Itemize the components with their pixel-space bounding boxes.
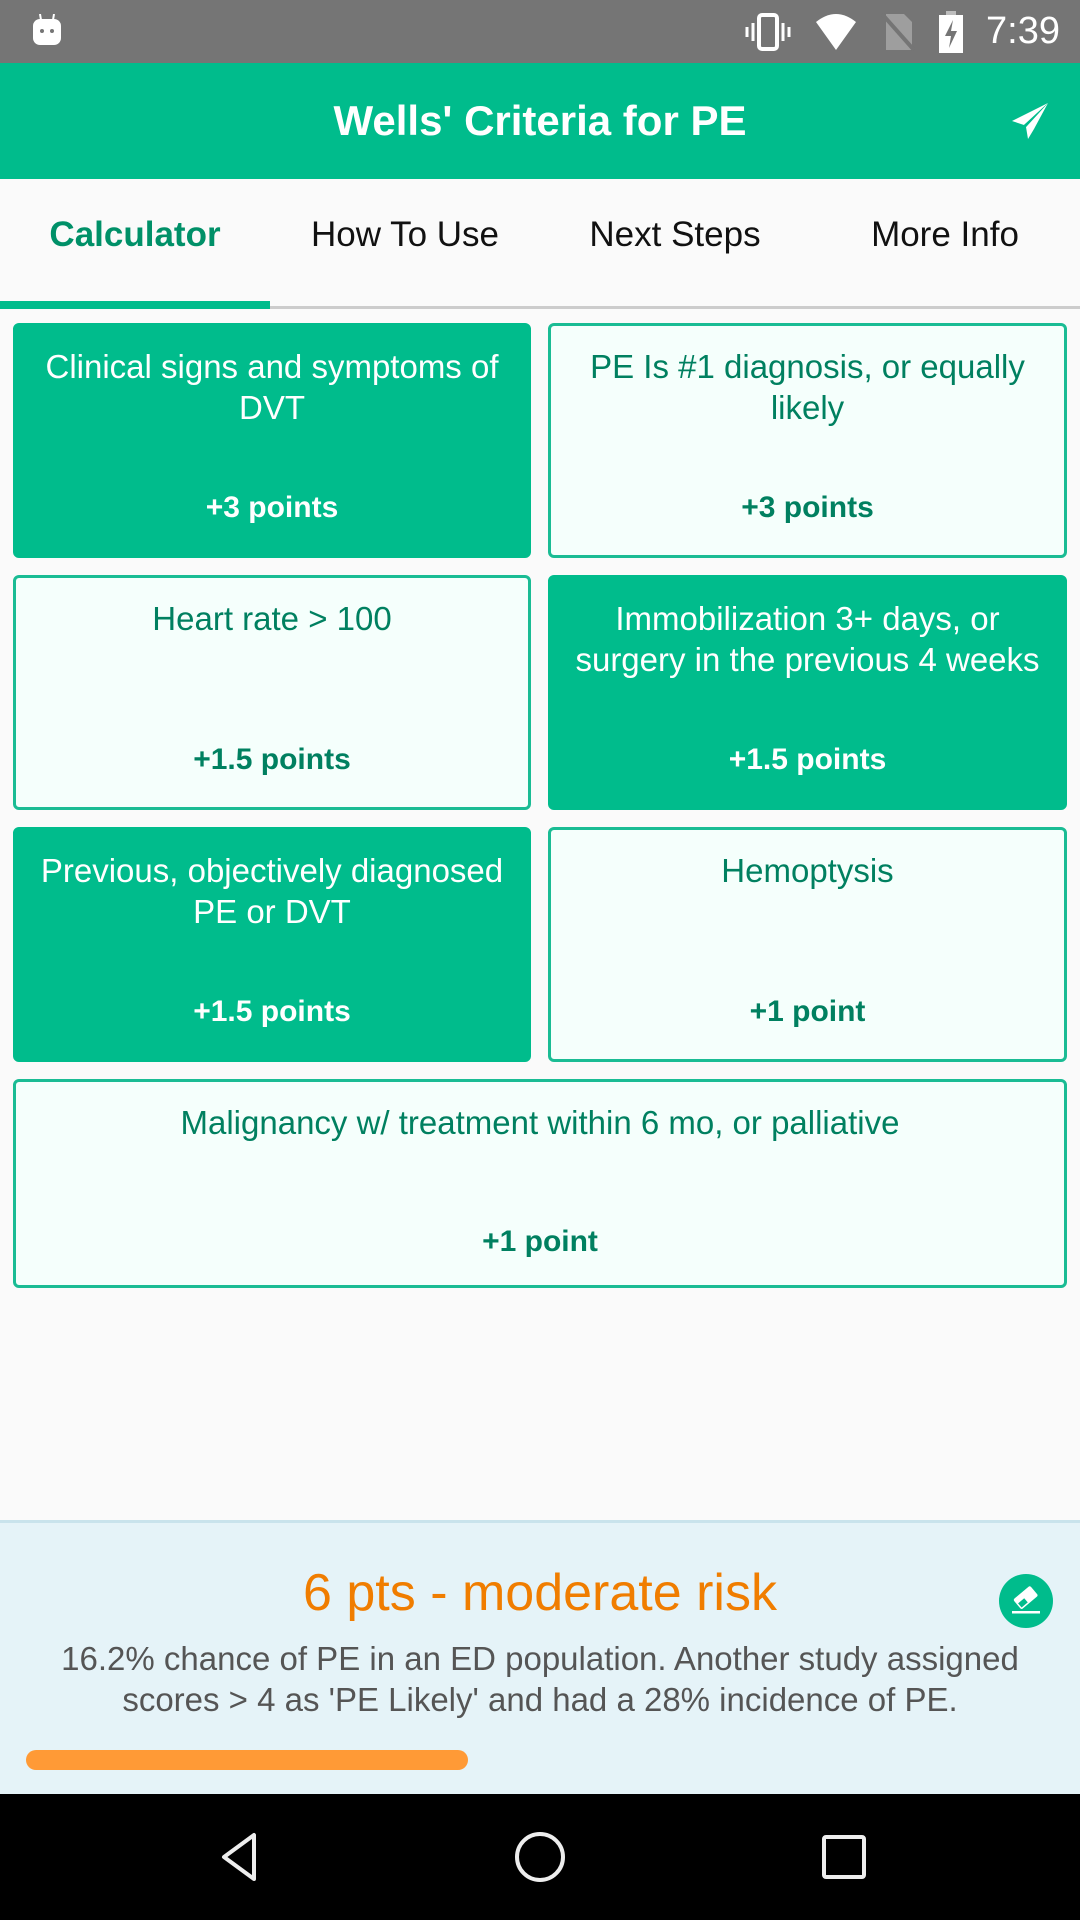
criterion-previous-pe-dvt[interactable]: Previous, objectively diagnosed PE or DV… bbox=[13, 827, 531, 1062]
app-bar: Wells' Criteria for PE bbox=[0, 63, 1080, 179]
home-icon[interactable] bbox=[510, 1827, 570, 1887]
criterion-points: +3 points bbox=[205, 491, 339, 524]
recents-icon[interactable] bbox=[814, 1827, 874, 1887]
criterion-points: +1 point bbox=[482, 1225, 598, 1258]
battery-charging-icon bbox=[939, 10, 964, 53]
criterion-dvt-signs[interactable]: Clinical signs and symptoms of DVT +3 po… bbox=[13, 323, 531, 558]
back-icon[interactable] bbox=[210, 1827, 270, 1887]
criterion-immobilization[interactable]: Immobilization 3+ days, or surgery in th… bbox=[548, 575, 1067, 810]
criterion-label: Malignancy w/ treatment within 6 mo, or … bbox=[180, 1104, 900, 1141]
page-title: Wells' Criteria for PE bbox=[333, 97, 747, 144]
tab-more-info[interactable]: More Info bbox=[810, 179, 1080, 306]
risk-score: 6 pts - moderate risk bbox=[303, 1564, 777, 1622]
tab-bar: Calculator How To Use Next Steps More In… bbox=[0, 179, 1080, 309]
criterion-heart-rate[interactable]: Heart rate > 100 +1.5 points bbox=[13, 575, 531, 810]
criterion-points: +1.5 points bbox=[728, 743, 887, 776]
criterion-label: Hemoptysis bbox=[721, 852, 894, 889]
criterion-hemoptysis[interactable]: Hemoptysis +1 point bbox=[548, 827, 1067, 1062]
criterion-label: PE Is #1 diagnosis, or equally likely bbox=[590, 348, 1025, 426]
criterion-points: +3 points bbox=[741, 491, 874, 524]
tab-next-steps[interactable]: Next Steps bbox=[540, 179, 810, 306]
criterion-label: Immobilization 3+ days, or surgery in th… bbox=[575, 600, 1040, 678]
criterion-label: Previous, objectively diagnosed PE or DV… bbox=[40, 852, 504, 930]
criterion-pe-primary-diagnosis[interactable]: PE Is #1 diagnosis, or equally likely +3… bbox=[548, 323, 1067, 558]
status-time: 7:39 bbox=[986, 10, 1060, 52]
eraser-icon bbox=[1012, 1586, 1040, 1614]
criterion-points: +1.5 points bbox=[193, 995, 351, 1028]
risk-description: 16.2% chance of PE in an ED population. … bbox=[61, 1640, 1019, 1718]
risk-progress-fill bbox=[26, 1750, 469, 1770]
wifi-icon bbox=[816, 13, 857, 50]
status-bar: 7:39 bbox=[0, 0, 1080, 63]
no-sim-icon bbox=[880, 12, 916, 51]
criterion-label: Clinical signs and symptoms of DVT bbox=[45, 348, 499, 426]
android-debug-icon bbox=[33, 14, 61, 45]
criterion-points: +1 point bbox=[749, 995, 866, 1028]
vibrate-icon bbox=[745, 12, 791, 51]
tab-how-to-use[interactable]: How To Use bbox=[270, 179, 540, 306]
tab-calculator[interactable]: Calculator bbox=[0, 179, 270, 309]
criterion-label: Heart rate > 100 bbox=[152, 600, 392, 637]
risk-progress-bar bbox=[26, 1750, 1054, 1770]
criterion-malignancy[interactable]: Malignancy w/ treatment within 6 mo, or … bbox=[13, 1079, 1067, 1288]
navigation-bar bbox=[0, 1794, 1080, 1920]
criterion-points: +1.5 points bbox=[193, 743, 351, 776]
clear-button[interactable] bbox=[999, 1574, 1053, 1628]
send-icon[interactable] bbox=[1010, 101, 1050, 141]
result-panel: 6 pts - moderate risk 16.2% chance of PE… bbox=[0, 1520, 1080, 1794]
